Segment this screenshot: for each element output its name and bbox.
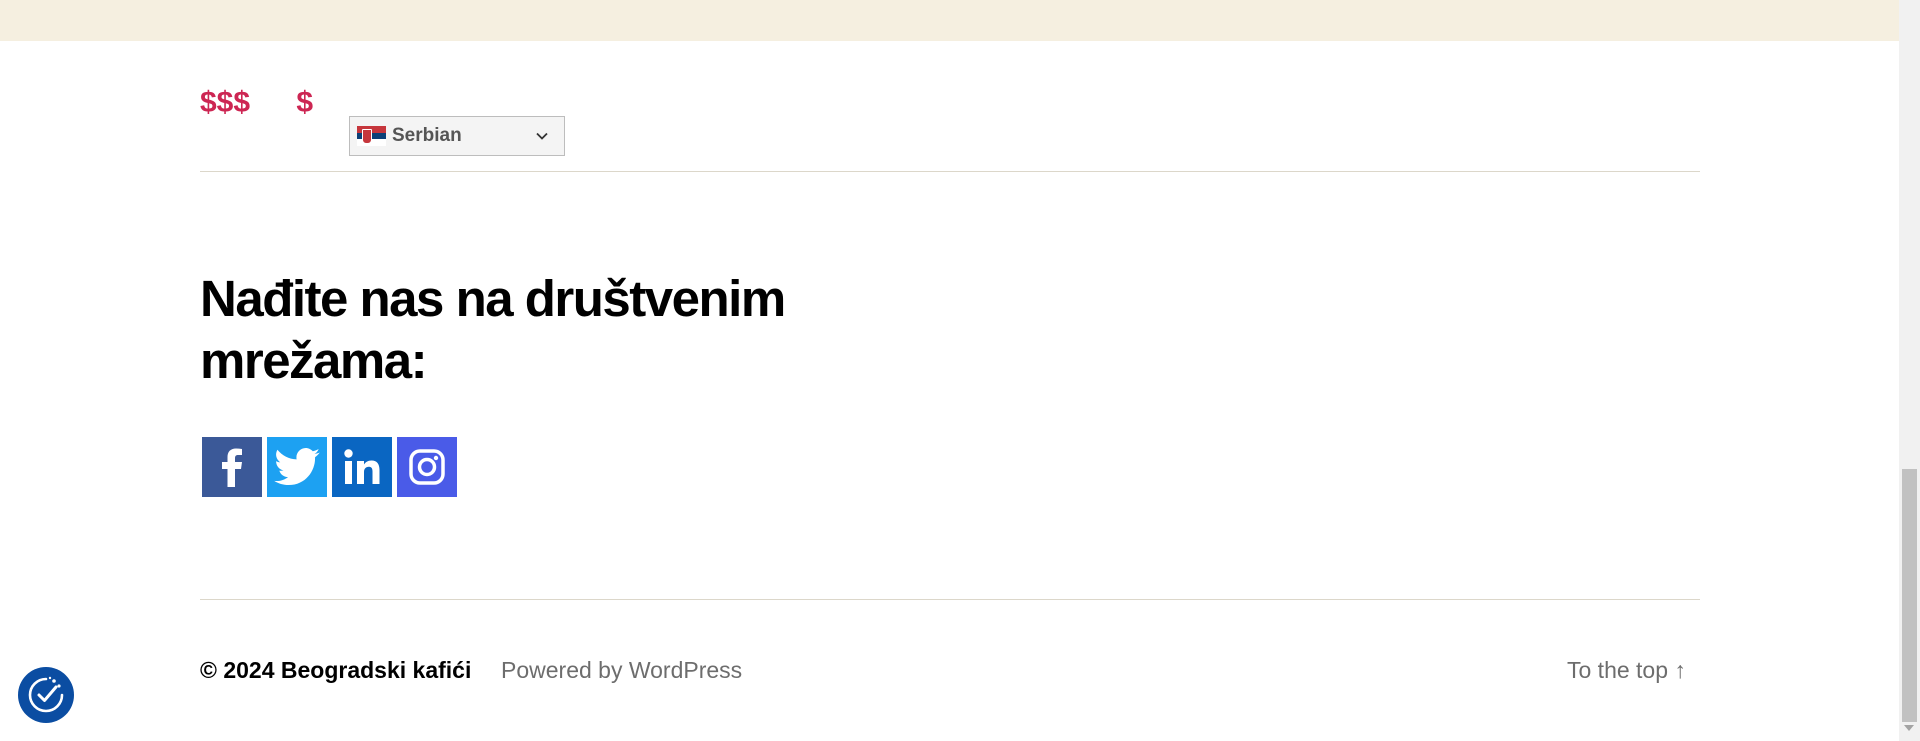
to-the-top-link[interactable]: To the top ↑ <box>1567 657 1686 684</box>
scrollbar[interactable] <box>1899 0 1920 741</box>
cookie-consent-button[interactable] <box>18 667 74 723</box>
price-low: $ <box>296 86 314 119</box>
facebook-link[interactable] <box>202 437 262 497</box>
scroll-down-arrow-icon[interactable] <box>1904 725 1914 731</box>
instagram-icon <box>409 449 445 485</box>
linkedin-link[interactable] <box>332 437 392 497</box>
facebook-icon <box>222 448 242 487</box>
price-range: $$$ $ <box>200 86 313 120</box>
scrollbar-thumb[interactable] <box>1902 469 1917 722</box>
instagram-link[interactable] <box>397 437 457 497</box>
footer-copyright: © 2024 Beogradski kafići <box>200 657 472 683</box>
linkedin-icon <box>344 449 380 484</box>
powered-by-link[interactable]: Powered by WordPress <box>501 657 742 684</box>
language-selected-label: Serbian <box>392 125 462 146</box>
twitter-icon <box>274 448 320 486</box>
price-high: $$$ <box>200 86 251 119</box>
divider <box>200 171 1700 172</box>
cookie-check-icon <box>28 676 64 713</box>
social-links <box>202 437 457 497</box>
twitter-link[interactable] <box>267 437 327 497</box>
divider <box>200 599 1700 600</box>
social-heading: Nađite nas na društvenim mrežama: <box>200 270 786 389</box>
serbia-flag-icon <box>357 126 386 147</box>
top-band <box>0 0 1899 41</box>
chevron-down-icon <box>536 132 548 140</box>
language-select[interactable]: Serbian <box>349 116 565 156</box>
